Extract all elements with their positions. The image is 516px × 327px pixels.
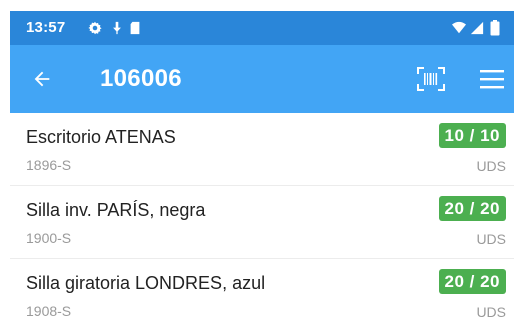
menu-button[interactable]	[476, 63, 508, 95]
status-bar: 13:57	[10, 11, 514, 45]
item-code: 1896-S	[26, 157, 72, 173]
arrow-back-icon	[34, 71, 50, 87]
unit-label: UDS	[476, 231, 506, 247]
download-icon	[113, 21, 121, 35]
quantity-badge: 20 / 20	[438, 196, 506, 221]
item-name: Escritorio ATENAS	[26, 127, 176, 147]
sd-card-icon	[130, 21, 140, 35]
gear-icon	[88, 21, 102, 35]
app-screen: 13:57 106006 Escritorio ATENAS 1896-S 10…	[10, 11, 514, 327]
page-title: 106006	[100, 65, 182, 92]
app-bar: 106006	[10, 45, 514, 113]
list-item[interactable]: Silla inv. PARÍS, negra 1900-S 20 / 20 U…	[10, 186, 514, 259]
back-button[interactable]	[26, 63, 58, 95]
scan-barcode-button[interactable]	[414, 63, 448, 95]
item-name: Silla inv. PARÍS, negra	[26, 200, 206, 220]
barcode-scan-icon	[417, 67, 445, 91]
menu-icon	[480, 70, 504, 89]
battery-icon	[490, 20, 500, 36]
list-item[interactable]: Silla giratoria LONDRES, azul 1908-S 20 …	[10, 259, 514, 327]
unit-label: UDS	[476, 158, 506, 174]
wifi-icon	[452, 21, 466, 34]
signal-icon	[470, 21, 484, 35]
item-list: Escritorio ATENAS 1896-S 10 / 10 UDS Sil…	[10, 113, 514, 327]
item-code: 1908-S	[26, 303, 72, 319]
list-item[interactable]: Escritorio ATENAS 1896-S 10 / 10 UDS	[10, 113, 514, 186]
quantity-badge: 20 / 20	[438, 269, 506, 294]
unit-label: UDS	[476, 304, 506, 320]
status-time: 13:57	[26, 19, 66, 36]
item-name: Silla giratoria LONDRES, azul	[26, 273, 266, 293]
item-code: 1900-S	[26, 230, 72, 246]
quantity-badge: 10 / 10	[438, 123, 506, 148]
